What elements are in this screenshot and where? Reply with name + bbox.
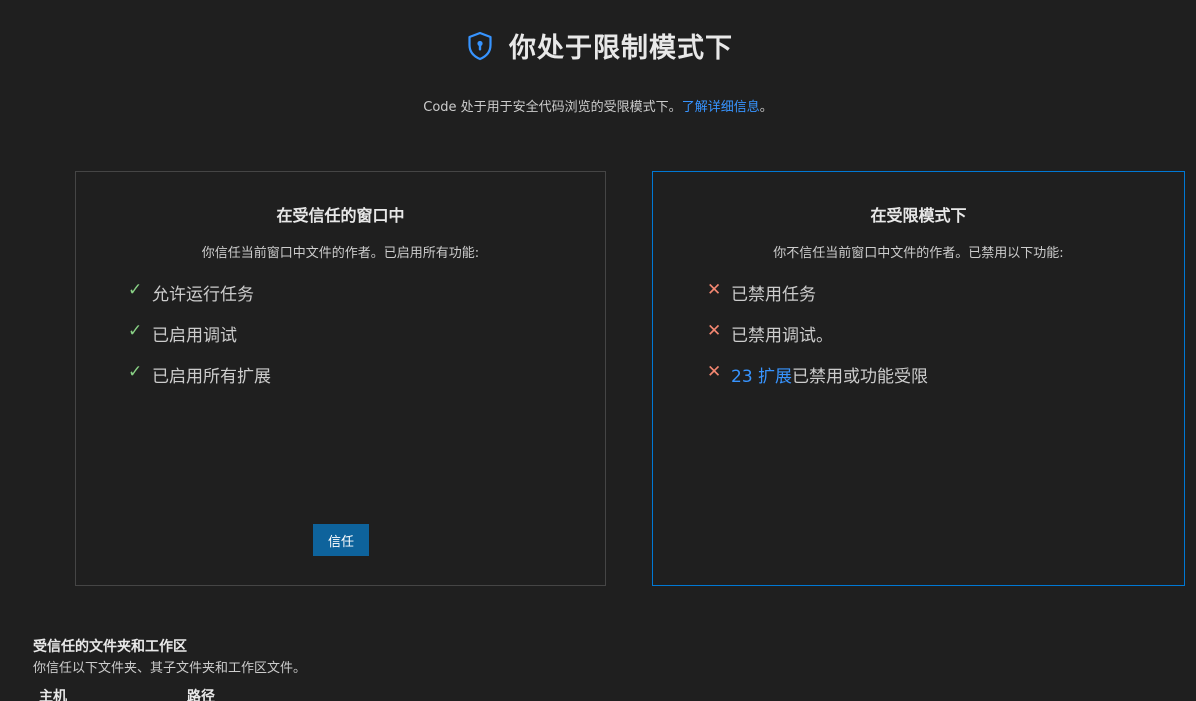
feature-text: 已禁用调试。 <box>731 326 833 346</box>
list-item: ✓ 允许运行任务 <box>128 280 271 321</box>
check-icon: ✓ <box>128 321 143 341</box>
restricted-card-description: 你不信任当前窗口中文件的作者。已禁用以下功能: <box>773 246 1064 261</box>
subtitle-end: 。 <box>759 100 773 115</box>
feature-text: 已启用调试 <box>152 326 237 346</box>
cross-icon: ✕ <box>707 321 722 341</box>
restricted-feature-list: ✕ 已禁用任务 ✕ 已禁用调试。 ✕ 23 扩展 已禁用或功能受限 <box>707 280 928 403</box>
trusted-feature-list: ✓ 允许运行任务 ✓ 已启用调试 ✓ 已启用所有扩展 <box>128 280 271 403</box>
subtitle-text: Code 处于用于安全代码浏览的受限模式下。 <box>423 100 682 115</box>
list-item: ✕ 已禁用任务 <box>707 280 928 321</box>
list-item: ✓ 已启用调试 <box>128 321 271 362</box>
restricted-card: 在受限模式下 你不信任当前窗口中文件的作者。已禁用以下功能: ✕ 已禁用任务 ✕… <box>652 171 1185 586</box>
trust-button[interactable]: 信任 <box>313 524 369 556</box>
trusted-folders-title: 受信任的文件夹和工作区 <box>33 639 187 655</box>
trusted-card: 在受信任的窗口中 你信任当前窗口中文件的作者。已启用所有功能: ✓ 允许运行任务… <box>75 171 606 586</box>
shield-icon <box>463 28 497 64</box>
feature-text: 已禁用或功能受限 <box>792 367 929 387</box>
feature-text: 已启用所有扩展 <box>152 367 271 387</box>
list-item: ✓ 已启用所有扩展 <box>128 362 271 403</box>
column-header-host: 主机 <box>39 689 67 701</box>
page-title: 你处于限制模式下 <box>509 33 733 64</box>
trusted-folders-description: 你信任以下文件夹、其子文件夹和工作区文件。 <box>33 661 307 676</box>
list-item: ✕ 已禁用调试。 <box>707 321 928 362</box>
cross-icon: ✕ <box>707 280 722 300</box>
column-header-path: 路径 <box>187 689 215 701</box>
extensions-link[interactable]: 23 扩展 <box>731 362 792 387</box>
feature-text: 允许运行任务 <box>152 285 254 305</box>
page-subtitle: Code 处于用于安全代码浏览的受限模式下。了解详细信息。 <box>0 96 1196 115</box>
cross-icon: ✕ <box>707 362 722 382</box>
check-icon: ✓ <box>128 362 143 382</box>
trusted-card-title: 在受信任的窗口中 <box>276 206 405 225</box>
feature-text: 已禁用任务 <box>731 285 816 305</box>
restricted-card-title: 在受限模式下 <box>870 206 967 225</box>
learn-more-link[interactable]: 了解详细信息 <box>682 100 760 115</box>
workspace-trust-editor: 你处于限制模式下 Code 处于用于安全代码浏览的受限模式下。了解详细信息。 在… <box>0 0 1196 701</box>
trusted-card-description: 你信任当前窗口中文件的作者。已启用所有功能: <box>201 246 480 261</box>
header: 你处于限制模式下 <box>0 26 1196 65</box>
list-item: ✕ 23 扩展 已禁用或功能受限 <box>707 362 928 403</box>
check-icon: ✓ <box>128 280 143 300</box>
